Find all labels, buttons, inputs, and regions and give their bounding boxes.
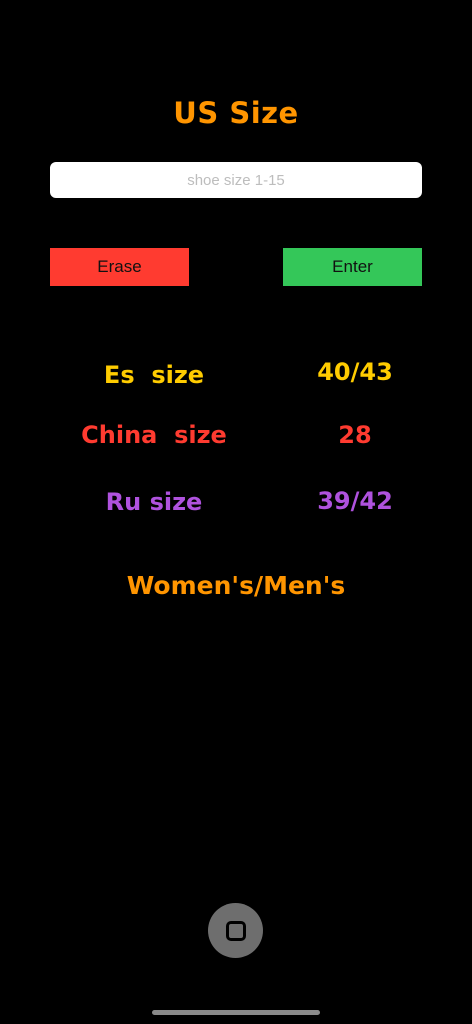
china-size-value: 28 bbox=[338, 421, 372, 449]
ru-size-label: Ru size bbox=[105, 488, 203, 516]
es-size-label: Es size bbox=[103, 361, 205, 389]
page-title: US Size bbox=[173, 96, 299, 130]
ru-size-value: 39/42 bbox=[317, 487, 393, 515]
home-indicator[interactable] bbox=[152, 1010, 320, 1015]
erase-button[interactable]: Erase bbox=[50, 248, 189, 286]
square-icon bbox=[225, 920, 246, 941]
enter-button[interactable]: Enter bbox=[283, 248, 422, 286]
gender-label: Women's/Men's bbox=[126, 571, 346, 600]
china-size-label: China size bbox=[81, 421, 227, 449]
assistive-home-button[interactable] bbox=[208, 903, 263, 958]
shoe-size-input[interactable] bbox=[50, 162, 422, 198]
es-size-value: 40/43 bbox=[317, 358, 393, 386]
